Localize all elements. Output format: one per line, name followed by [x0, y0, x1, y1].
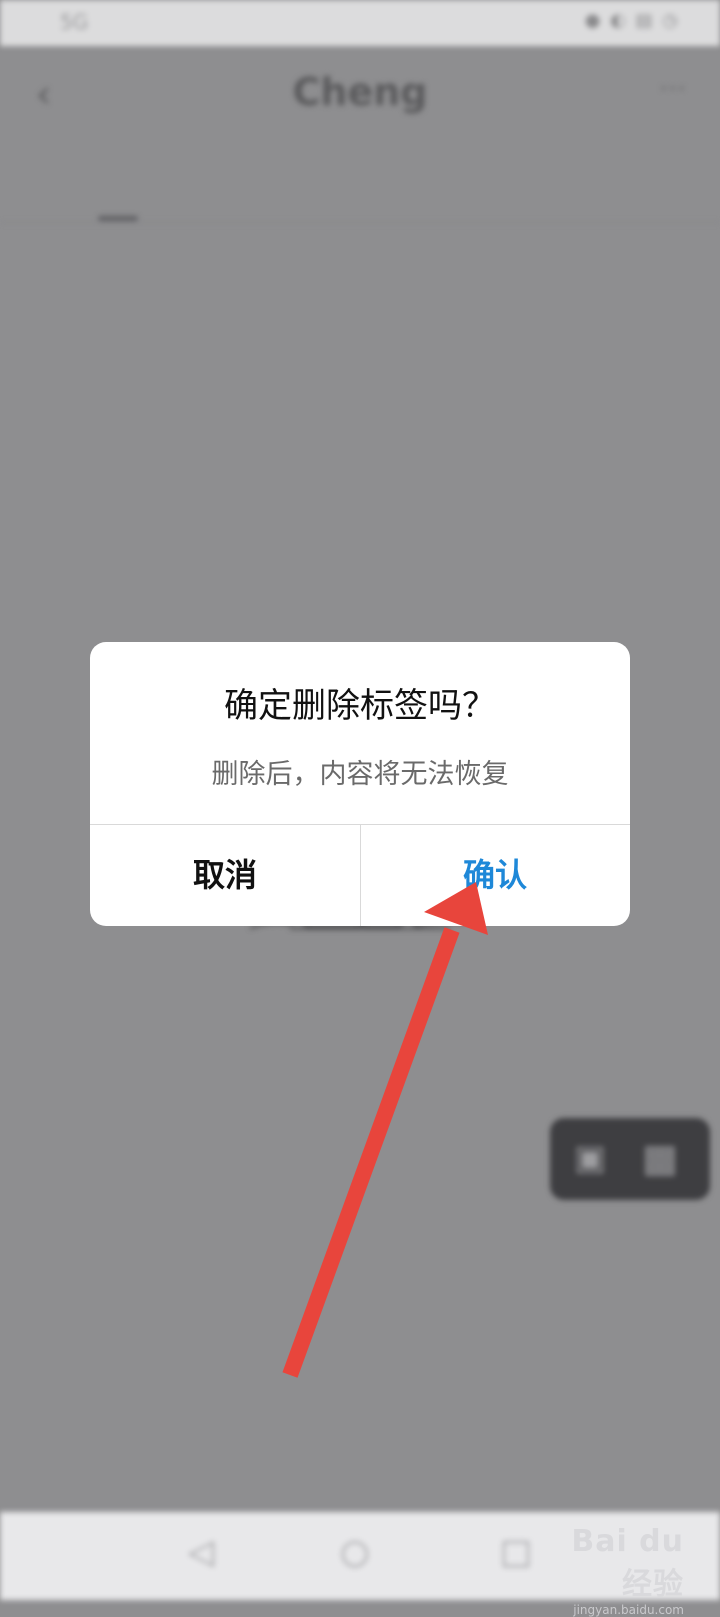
more-icon[interactable]: ···	[659, 72, 686, 105]
confirm-button[interactable]: 确认	[360, 824, 630, 926]
qr-icon: ▦	[642, 1136, 678, 1180]
status-bar: 5G ● ◐ ▤ ◷	[0, 0, 720, 46]
nav-recent-icon[interactable]: □	[500, 1532, 532, 1572]
network-indicator: 5G	[60, 10, 89, 34]
tab-bar	[0, 150, 720, 221]
cancel-button[interactable]: 取消	[90, 824, 360, 926]
status-icons: ● ◐ ▤ ◷	[584, 10, 680, 31]
watermark-logo: Bai du 经验	[571, 1524, 684, 1602]
active-tab-indicator	[98, 216, 138, 221]
watermark-url: jingyan.baidu.com	[573, 1603, 684, 1617]
dialog-message: 删除后，内容将无法恢复	[211, 759, 509, 790]
baidu-watermark: Bai du 经验 jingyan.baidu.com	[534, 1524, 684, 1617]
divider	[0, 222, 720, 223]
nav-home-icon[interactable]: ○	[340, 1532, 370, 1572]
floating-action-button[interactable]: ▣ ▦	[550, 1118, 710, 1200]
confirm-delete-dialog: 确定删除标签吗？ 删除后，内容将无法恢复 取消 确认	[90, 642, 630, 926]
grid-icon: ▣	[574, 1138, 607, 1178]
dialog-title: 确定删除标签吗？	[224, 686, 496, 726]
page-title: Cheng	[292, 70, 428, 114]
nav-back-icon[interactable]: ◁	[188, 1532, 214, 1572]
